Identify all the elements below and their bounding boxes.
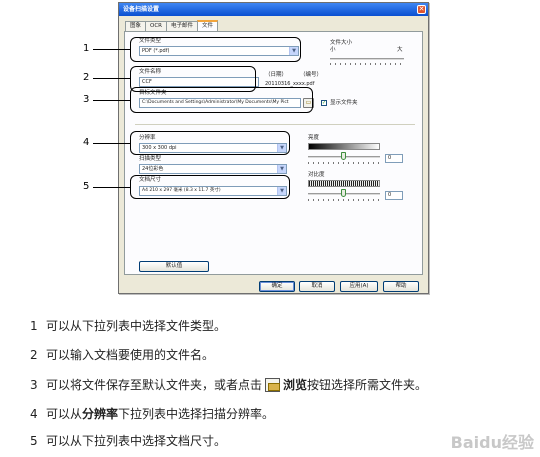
- file-size-slider-track[interactable]: [330, 58, 404, 60]
- callout-line-1: [93, 49, 130, 50]
- callout-line-4: [93, 143, 130, 144]
- instruction-3: 3 可以将文件保存至默认文件夹，或者点击 浏览 按钮选择所需文件夹。: [30, 378, 428, 392]
- instruction-1: 1 可以从下拉列表中选择文件类型。: [30, 319, 227, 333]
- number-label: （编号）: [300, 72, 323, 78]
- file-size-large-label: 大: [397, 47, 403, 53]
- file-size-ticks: [330, 63, 404, 65]
- instruction-4: 4 可以从 分辨率 下拉列表中选择扫描分辨率。: [30, 407, 275, 421]
- contrast-label: 对比度: [308, 172, 325, 178]
- highlight-resolution: [130, 131, 290, 155]
- callout-number-1: 1: [83, 43, 90, 54]
- callout-number-5: 5: [83, 181, 90, 192]
- callout-line-5: [93, 187, 130, 188]
- section-divider: [135, 124, 415, 125]
- highlight-file-type: [130, 37, 301, 62]
- callout-line-3: [93, 100, 130, 101]
- tab-strip: 图象 OCR 电子邮件 文件: [125, 20, 219, 31]
- instruction-5: 5 可以从下拉列表中选择文档尺寸。: [30, 434, 227, 448]
- scan-type-select[interactable]: 24位彩色 ▼: [139, 164, 287, 174]
- highlight-dest-folder: [130, 87, 313, 113]
- tab-email[interactable]: 电子邮件: [166, 21, 199, 31]
- contrast-slider-thumb[interactable]: [341, 189, 346, 197]
- watermark: Baidu经验: [450, 433, 534, 452]
- tab-image[interactable]: 图象: [125, 21, 147, 31]
- brightness-label: 亮度: [308, 135, 320, 141]
- show-folder-checkbox[interactable]: ✓: [321, 100, 327, 106]
- contrast-value-input[interactable]: 0: [385, 191, 403, 200]
- instruction-2: 2 可以输入文档要使用的文件名。: [30, 348, 215, 362]
- default-button[interactable]: 默认值: [139, 261, 209, 272]
- show-folder-label: 显示文件夹: [330, 100, 358, 106]
- apply-button[interactable]: 应用(A): [340, 281, 378, 292]
- tab-file[interactable]: 文件: [197, 20, 219, 31]
- callout-line-2: [93, 78, 130, 79]
- brightness-slider-thumb[interactable]: [341, 152, 346, 160]
- file-size-label: 文件大小: [330, 40, 353, 46]
- callout-number-4: 4: [83, 137, 90, 148]
- highlight-doc-size: [130, 175, 290, 199]
- cancel-button[interactable]: 取消: [299, 281, 335, 292]
- tab-ocr[interactable]: OCR: [145, 21, 168, 31]
- date-label: （日期）: [265, 72, 288, 78]
- brightness-ticks: [308, 162, 380, 164]
- help-button[interactable]: 帮助: [383, 281, 419, 292]
- ok-button[interactable]: 确定: [259, 281, 295, 292]
- file-size-small-label: 小: [330, 47, 336, 53]
- brightness-value-input[interactable]: 0: [385, 154, 403, 163]
- dialog-title: 设备扫描设置: [123, 6, 160, 13]
- contrast-ticks: [308, 199, 380, 201]
- callout-number-3: 3: [83, 94, 90, 105]
- close-icon[interactable]: ✕: [417, 5, 426, 14]
- dialog-titlebar: 设备扫描设置 ✕: [119, 3, 428, 16]
- callout-number-2: 2: [83, 72, 90, 83]
- brightness-gradient: [308, 143, 380, 150]
- browse-folder-icon: [265, 378, 281, 392]
- scan-type-label: 扫描类型: [139, 156, 162, 162]
- contrast-pattern: [308, 180, 380, 187]
- chevron-down-icon[interactable]: ▼: [277, 165, 286, 173]
